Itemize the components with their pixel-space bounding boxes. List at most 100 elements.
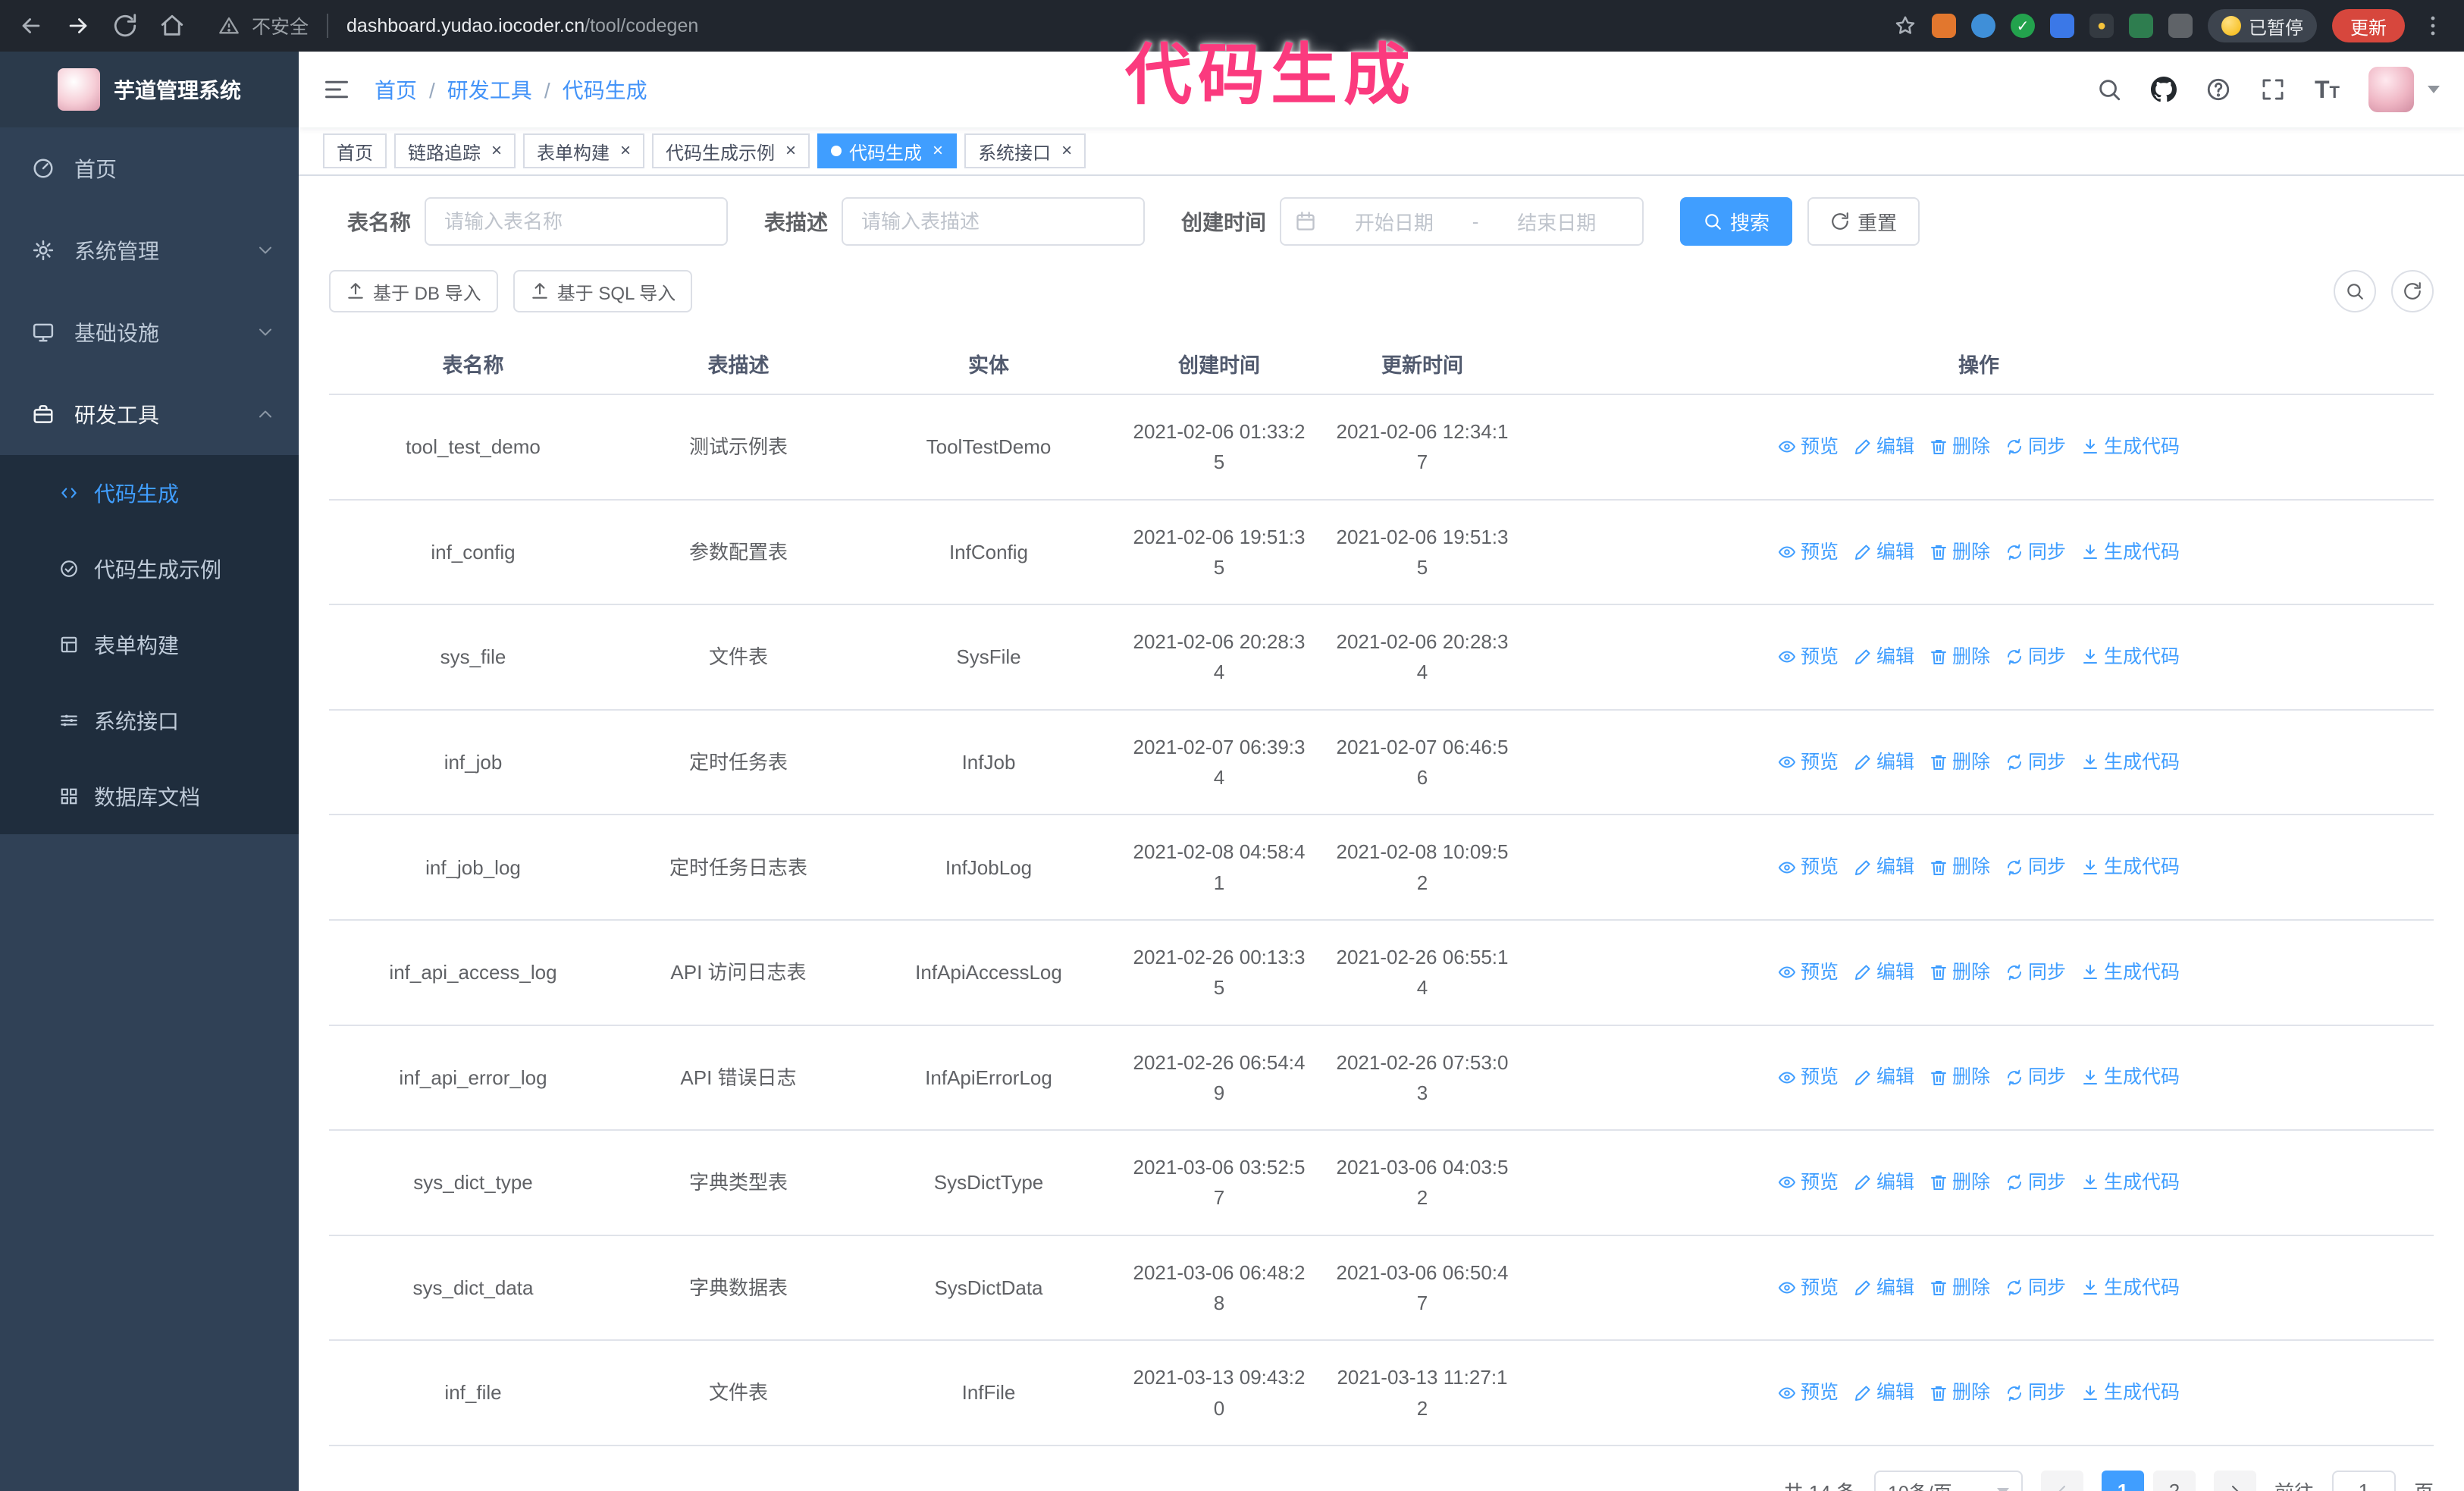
tab-close-icon[interactable]: × — [929, 142, 943, 160]
avatar[interactable] — [2368, 67, 2414, 112]
preview-action[interactable]: 预览 — [1778, 958, 1839, 987]
date-range-picker[interactable]: 开始日期 - 结束日期 — [1280, 197, 1644, 246]
sidebar-item-0[interactable]: 首页 — [0, 127, 299, 209]
reset-button[interactable]: 重置 — [1807, 197, 1920, 246]
sync-action[interactable]: 同步 — [2005, 1378, 2066, 1408]
page-button-2[interactable]: 2 — [2152, 1470, 2196, 1491]
extension-icon-1[interactable] — [1932, 14, 1956, 38]
generate-code-action[interactable]: 生成代码 — [2081, 1168, 2180, 1198]
sidebar-subitem-1[interactable]: 代码生成示例 — [0, 531, 299, 607]
generate-code-action[interactable]: 生成代码 — [2081, 1273, 2180, 1303]
end-date-placeholder[interactable]: 结束日期 — [1484, 208, 1629, 236]
preview-action[interactable]: 预览 — [1778, 642, 1839, 672]
tab-close-icon[interactable]: × — [782, 142, 796, 160]
sidebar-subitem-0[interactable]: 代码生成 — [0, 455, 299, 531]
delete-action[interactable]: 删除 — [1930, 642, 1990, 672]
preview-action[interactable]: 预览 — [1778, 538, 1839, 567]
generate-code-action[interactable]: 生成代码 — [2081, 852, 2180, 882]
next-page-button[interactable] — [2213, 1470, 2256, 1491]
preview-action[interactable]: 预览 — [1778, 1273, 1839, 1303]
help-icon[interactable] — [2205, 77, 2231, 102]
search-icon[interactable] — [2096, 77, 2122, 102]
paused-extension-badge[interactable]: 已暂停 — [2208, 9, 2317, 42]
extension-icon-5[interactable]: ● — [2089, 14, 2114, 38]
delete-action[interactable]: 删除 — [1930, 852, 1990, 882]
tab-1[interactable]: 链路追踪 × — [394, 133, 516, 168]
sync-action[interactable]: 同步 — [2005, 432, 2066, 462]
delete-action[interactable]: 删除 — [1930, 958, 1990, 987]
sidebar-subitem-3[interactable]: 系统接口 — [0, 683, 299, 758]
edit-action[interactable]: 编辑 — [1854, 958, 1914, 987]
delete-action[interactable]: 删除 — [1930, 432, 1990, 462]
preview-action[interactable]: 预览 — [1778, 748, 1839, 777]
tab-close-icon[interactable]: × — [488, 142, 502, 160]
font-size-icon[interactable]: TT — [2315, 77, 2340, 102]
extensions-puzzle-icon[interactable] — [2168, 14, 2193, 38]
preview-action[interactable]: 预览 — [1778, 1063, 1839, 1092]
sync-action[interactable]: 同步 — [2005, 958, 2066, 987]
preview-action[interactable]: 预览 — [1778, 1168, 1839, 1198]
edit-action[interactable]: 编辑 — [1854, 642, 1914, 672]
github-icon[interactable] — [2151, 77, 2177, 102]
browser-update-button[interactable]: 更新 — [2332, 9, 2405, 42]
sync-action[interactable]: 同步 — [2005, 538, 2066, 567]
generate-code-action[interactable]: 生成代码 — [2081, 748, 2180, 777]
table-desc-input[interactable] — [842, 197, 1146, 246]
delete-action[interactable]: 删除 — [1930, 1168, 1990, 1198]
tab-5[interactable]: 系统接口 × — [964, 133, 1086, 168]
generate-code-action[interactable]: 生成代码 — [2081, 1378, 2180, 1408]
generate-code-action[interactable]: 生成代码 — [2081, 958, 2180, 987]
import-sql-button[interactable]: 基于 SQL 导入 — [513, 270, 693, 312]
generate-code-action[interactable]: 生成代码 — [2081, 538, 2180, 567]
edit-action[interactable]: 编辑 — [1854, 1273, 1914, 1303]
browser-home-icon[interactable] — [159, 13, 185, 39]
delete-action[interactable]: 删除 — [1930, 1273, 1990, 1303]
browser-forward-icon[interactable] — [65, 13, 91, 39]
delete-action[interactable]: 删除 — [1930, 748, 1990, 777]
extension-icon-6[interactable] — [2129, 14, 2153, 38]
page-button-1[interactable]: 1 — [2101, 1470, 2144, 1491]
prev-page-button[interactable] — [2040, 1470, 2083, 1491]
start-date-placeholder[interactable]: 开始日期 — [1322, 208, 1466, 236]
sidebar-subitem-4[interactable]: 数据库文档 — [0, 758, 299, 834]
generate-code-action[interactable]: 生成代码 — [2081, 432, 2180, 462]
browser-reload-icon[interactable] — [112, 13, 138, 39]
browser-back-icon[interactable] — [18, 13, 44, 39]
preview-action[interactable]: 预览 — [1778, 432, 1839, 462]
preview-action[interactable]: 预览 — [1778, 852, 1839, 882]
tab-close-icon[interactable]: × — [617, 142, 631, 160]
toggle-search-button[interactable] — [2334, 270, 2376, 312]
edit-action[interactable]: 编辑 — [1854, 538, 1914, 567]
generate-code-action[interactable]: 生成代码 — [2081, 642, 2180, 672]
sync-action[interactable]: 同步 — [2005, 748, 2066, 777]
breadcrumb-item-0[interactable]: 首页 — [375, 79, 417, 102]
tab-4[interactable]: 代码生成 × — [817, 133, 958, 168]
refresh-table-button[interactable] — [2391, 270, 2434, 312]
sync-action[interactable]: 同步 — [2005, 1063, 2066, 1092]
avatar-caret-icon[interactable] — [2428, 86, 2440, 93]
extension-icon-2[interactable] — [1971, 14, 1995, 38]
app-logo[interactable]: 芋道管理系统 — [0, 52, 299, 127]
bookmark-star-icon[interactable] — [1894, 14, 1917, 37]
delete-action[interactable]: 删除 — [1930, 1063, 1990, 1092]
sync-action[interactable]: 同步 — [2005, 1273, 2066, 1303]
tab-3[interactable]: 代码生成示例 × — [652, 133, 810, 168]
delete-action[interactable]: 删除 — [1930, 538, 1990, 567]
sidebar-item-2[interactable]: 基础设施 — [0, 291, 299, 373]
hamburger-icon[interactable] — [323, 76, 350, 103]
page-size-select[interactable]: 10条/页 — [1873, 1470, 2023, 1491]
breadcrumb-item-1[interactable]: 研发工具 — [447, 79, 532, 102]
tab-close-icon[interactable]: × — [1058, 142, 1072, 160]
sidebar-item-1[interactable]: 系统管理 — [0, 209, 299, 291]
sync-action[interactable]: 同步 — [2005, 1168, 2066, 1198]
preview-action[interactable]: 预览 — [1778, 1378, 1839, 1408]
edit-action[interactable]: 编辑 — [1854, 852, 1914, 882]
fullscreen-icon[interactable] — [2260, 77, 2286, 102]
generate-code-action[interactable]: 生成代码 — [2081, 1063, 2180, 1092]
tab-0[interactable]: 首页 — [323, 133, 387, 168]
sync-action[interactable]: 同步 — [2005, 852, 2066, 882]
delete-action[interactable]: 删除 — [1930, 1378, 1990, 1408]
edit-action[interactable]: 编辑 — [1854, 1063, 1914, 1092]
tab-2[interactable]: 表单构建 × — [523, 133, 645, 168]
sidebar-subitem-2[interactable]: 表单构建 — [0, 607, 299, 683]
